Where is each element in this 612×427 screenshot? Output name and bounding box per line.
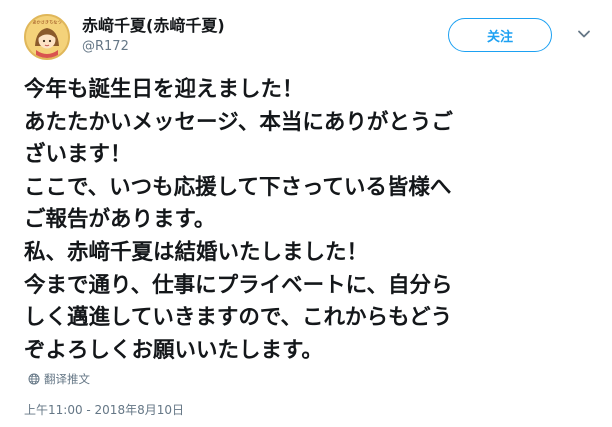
tweet-line: 私、赤﨑千夏は結婚いたしました！ [24,239,369,265]
tweet-header: あかさきちなつ 赤﨑千夏(赤﨑千夏) @R172 关注 [24,10,592,66]
tweet-line: ここで、いつも応援して下さっている皆様へ [24,174,452,200]
translate-label: 翻译推文 [44,372,90,386]
tweet-line: 今まで通り、仕事にプライベートに、自分ら [24,272,453,298]
display-name[interactable]: 赤﨑千夏(赤﨑千夏) [82,16,225,36]
tweet-line: 今年も誕生日を迎えました！ [24,77,304,102]
translate-tweet-link[interactable]: 翻译推文 [28,371,90,387]
avatar[interactable]: あかさきちなつ [24,14,70,60]
tweet-timestamp[interactable]: 上午11:00 - 2018年8月10日 [24,401,184,418]
user-handle[interactable]: @R172 [82,38,225,56]
tweet-line: ご報告があります。 [24,207,216,233]
user-names: 赤﨑千夏(赤﨑千夏) @R172 [82,16,225,56]
follow-button[interactable]: 关注 [448,18,552,52]
chevron-down-icon[interactable] [576,26,592,42]
tweet-line: ぞよろしくお願いいたします。 [24,337,323,363]
avatar-text: あかさきちなつ [32,19,61,26]
tweet-line: ざいます！ [24,142,132,168]
tweet-text: 今年も誕生日を迎えました！ あたたかいメッセージ、本当にありがとうご ざいます！… [24,74,584,367]
tweet-line: しく邁進していきますので、これからもどう [24,305,453,331]
tweet-line: あたたかいメッセージ、本当にありがとうご [24,109,453,135]
globe-icon [28,373,40,385]
avatar-illustration-icon: あかさきちなつ [26,16,68,58]
